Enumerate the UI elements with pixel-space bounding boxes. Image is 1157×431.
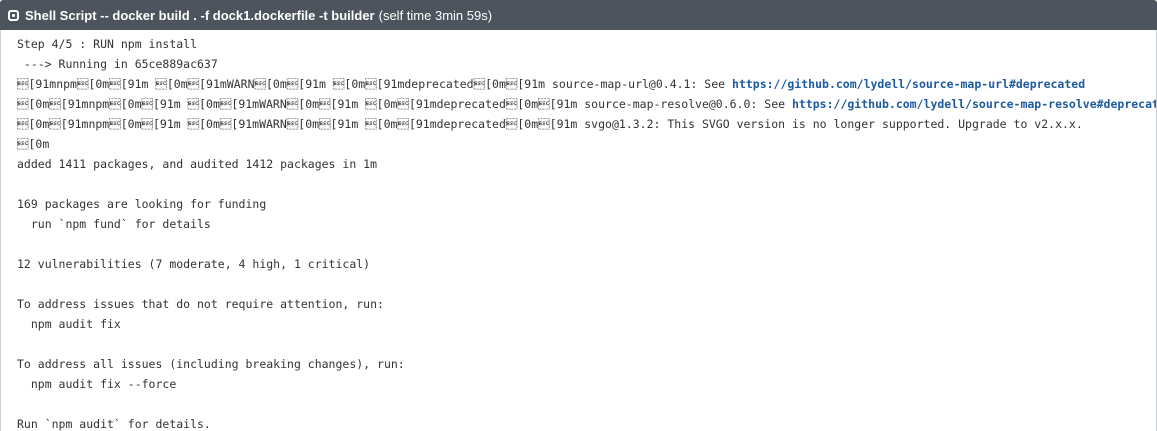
step-status-icon: [8, 9, 19, 21]
log-line: [0m: [17, 134, 1156, 154]
log-line: To address all issues (including breakin…: [17, 354, 1156, 374]
log-line-text: [0m: [17, 137, 50, 151]
step-header[interactable]: Shell Script -- docker build . -f dock1.…: [0, 0, 1157, 30]
log-line-text: To address issues that do not require at…: [17, 297, 384, 311]
log-line-text: npm audit fix --force: [17, 377, 177, 391]
step-title: Shell Script -- docker build . -f dock1.…: [25, 7, 375, 23]
log-line: [0m[91mnpm[0m[91m [0m[91mWARN[0m…: [17, 114, 1156, 134]
log-line: Step 4/5 : RUN npm install: [17, 34, 1156, 54]
log-line-text: [91mnpm[0m[91m [0m[91mWARN[0m[91m…: [17, 77, 733, 91]
log-link[interactable]: https://github.com/lydell/source-map-url…: [732, 77, 1085, 91]
log-line-text: 169 packages are looking for funding: [17, 197, 267, 211]
log-line-text: Run `npm audit` for details.: [17, 417, 211, 431]
log-line: npm audit fix --force: [17, 374, 1156, 394]
log-link[interactable]: https://github.com/lydell/source-map-res…: [792, 97, 1156, 111]
log-line-text: [0m[91mnpm[0m[91m [0m[91mWARN[0m…: [17, 97, 792, 111]
log-line-text: Step 4/5 : RUN npm install: [17, 37, 198, 51]
log-line-text: npm audit fix: [17, 317, 121, 331]
log-line: npm audit fix: [17, 314, 1156, 334]
log-line-text: To address all issues (including breakin…: [17, 357, 405, 371]
log-line: added 1411 packages, and audited 1412 pa…: [17, 154, 1156, 174]
log-line-text: [0m[91mnpm[0m[91m [0m[91mWARN[0m…: [17, 117, 1083, 131]
console-log: Step 4/5 : RUN npm install ---> Running …: [0, 30, 1157, 431]
log-line: Run `npm audit` for details.: [17, 414, 1156, 431]
log-line-text: added 1411 packages, and audited 1412 pa…: [17, 157, 378, 171]
log-line: [0m[91mnpm[0m[91m [0m[91mWARN[0m…: [17, 94, 1156, 114]
log-line-text: 12 vulnerabilities (7 moderate, 4 high, …: [17, 257, 371, 271]
log-line: To address issues that do not require at…: [17, 294, 1156, 314]
step-self-time: (self time 3min 59s): [378, 7, 493, 23]
log-line: run `npm fund` for details: [17, 214, 1156, 234]
log-line-text: run `npm fund` for details: [17, 217, 211, 231]
log-line: [91mnpm[0m[91m [0m[91mWARN[0m[91m…: [17, 74, 1156, 94]
console-step-panel: Shell Script -- docker build . -f dock1.…: [0, 0, 1157, 431]
log-line: 12 vulnerabilities (7 moderate, 4 high, …: [17, 254, 1156, 274]
log-line: ---> Running in 65ce889ac637: [17, 54, 1156, 74]
log-line: 169 packages are looking for funding: [17, 194, 1156, 214]
log-line-text: ---> Running in 65ce889ac637: [17, 57, 218, 71]
